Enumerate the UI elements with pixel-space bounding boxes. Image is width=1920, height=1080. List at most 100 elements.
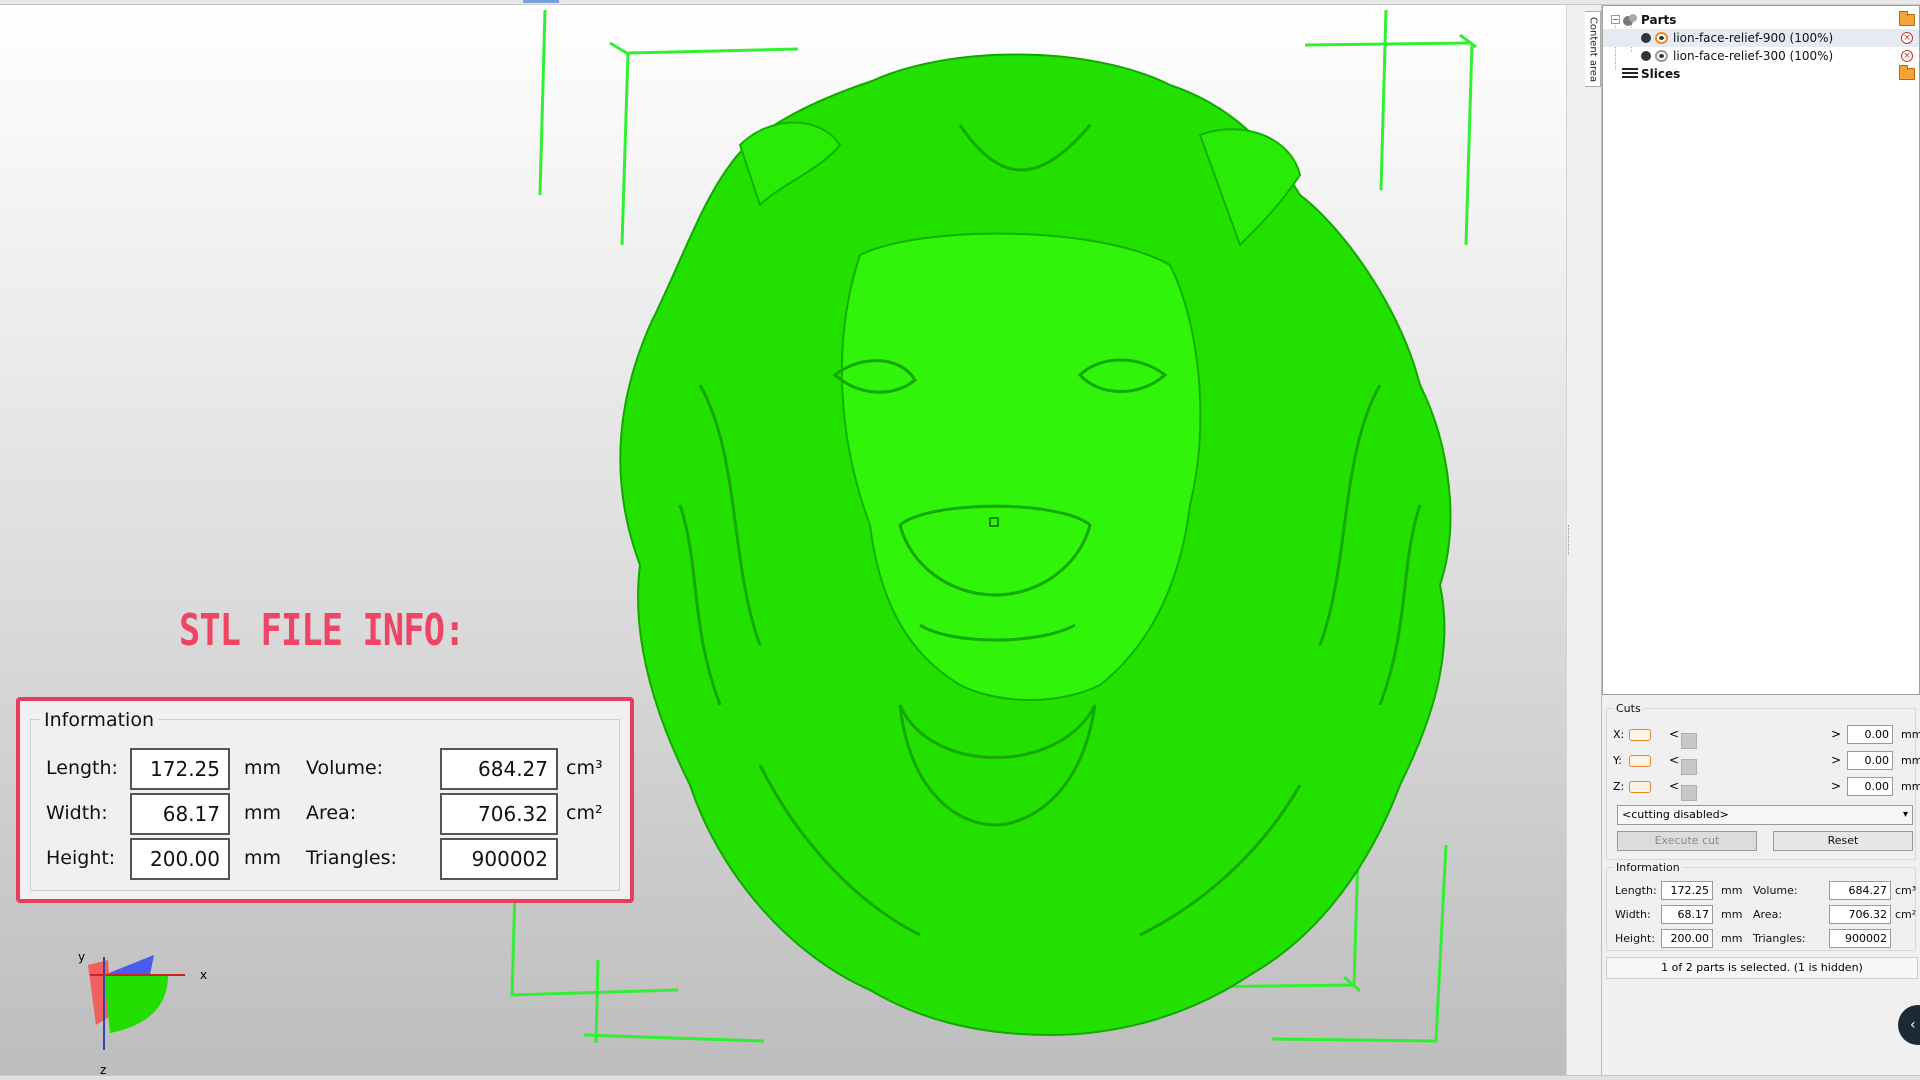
width-value: 68.17 <box>1661 905 1713 924</box>
content-tree[interactable]: − Parts lion-face-relief-900 (100%) × li… <box>1602 5 1920 695</box>
guide-line <box>620 52 630 246</box>
width-unit: mm <box>244 802 282 824</box>
parts-icon <box>1623 14 1637 26</box>
annotation-title: STL FILE INFO: <box>179 605 465 656</box>
3d-viewport[interactable]: x y z STL FILE INFO: Information Length:… <box>0 5 1566 1075</box>
length-label: Length: <box>1615 884 1657 897</box>
visibility-eye-icon[interactable] <box>1655 32 1668 44</box>
right-panel: − Parts lion-face-relief-900 (100%) × li… <box>1602 5 1920 1075</box>
height-unit: mm <box>244 847 282 869</box>
tree-item-part-2[interactable]: lion-face-relief-300 (100%) × <box>1603 47 1919 65</box>
cut-slider-thumb[interactable] <box>1681 759 1697 775</box>
area-label: Area: <box>1753 908 1783 921</box>
guide-line <box>1379 9 1388 191</box>
cuts-group: Cuts X: < > 0.00 mm Y: < > 0.00 mm Z: < … <box>1606 702 1920 860</box>
cut-slider[interactable] <box>1681 782 1827 801</box>
step-left-icon[interactable]: < <box>1669 753 1679 767</box>
guide-line <box>594 959 600 1044</box>
annotation-info-title: Information <box>40 709 158 731</box>
length-unit: mm <box>1721 884 1743 897</box>
tree-node-slices[interactable]: Slices <box>1603 65 1919 83</box>
cuts-title: Cuts <box>1613 702 1644 715</box>
step-right-icon[interactable]: > <box>1831 727 1841 741</box>
content-area-tab-label: Content area <box>1587 16 1599 83</box>
cut-mode-select[interactable]: <cutting disabled> ▾ <box>1617 805 1913 825</box>
step-right-icon[interactable]: > <box>1831 753 1841 767</box>
viewport-scene: x y z <box>78 9 1477 1075</box>
triangles-value: 900002 <box>1829 929 1891 948</box>
triangles-label: Triangles: <box>1753 932 1806 945</box>
z-axis-label: z <box>100 1063 106 1075</box>
execute-cut-button[interactable]: Execute cut <box>1617 831 1757 851</box>
area-unit: cm² <box>1895 908 1917 921</box>
length-label: Length: <box>46 757 118 779</box>
guide-line <box>1304 41 1473 47</box>
splitter-grip[interactable] <box>1568 525 1570 555</box>
part-dot-icon <box>1641 51 1651 61</box>
cut-value-input[interactable]: 0.00 <box>1847 725 1893 744</box>
toolbar-indicator <box>523 0 559 3</box>
tree-node-parts[interactable]: − Parts <box>1603 11 1919 29</box>
open-folder-icon[interactable] <box>1899 11 1915 26</box>
content-area-tab-strip: Content area <box>1584 5 1602 1075</box>
part-name: lion-face-relief-300 (100%) <box>1673 49 1834 63</box>
width-label: Width: <box>46 802 108 824</box>
cut-unit: mm <box>1901 754 1920 767</box>
lion-relief-model[interactable] <box>619 53 1452 1037</box>
length-value: 172.25 <box>130 748 230 790</box>
cut-slider-thumb[interactable] <box>1681 733 1697 749</box>
area-value: 706.32 <box>440 793 558 835</box>
cut-enable-toggle[interactable] <box>1629 755 1651 767</box>
step-left-icon[interactable]: < <box>1669 779 1679 793</box>
cut-slider[interactable] <box>1681 756 1827 775</box>
cut-row-y: Y: < > 0.00 mm <box>1613 751 1920 775</box>
cut-slider-thumb[interactable] <box>1681 785 1697 801</box>
cut-unit: mm <box>1901 728 1920 741</box>
status-strip <box>0 1075 1920 1080</box>
cut-enable-toggle[interactable] <box>1629 729 1651 741</box>
volume-unit: cm³ <box>1895 884 1917 897</box>
annotation-info-box: Information Length: 172.25 mm Width: 68.… <box>16 697 634 903</box>
collapse-icon[interactable]: − <box>1611 15 1620 24</box>
cut-value-input[interactable]: 0.00 <box>1847 751 1893 770</box>
step-left-icon[interactable]: < <box>1669 727 1679 741</box>
guide-line <box>583 1033 765 1043</box>
volume-value: 684.27 <box>1829 881 1891 900</box>
tree-item-part-1[interactable]: lion-face-relief-900 (100%) × <box>1603 29 1919 47</box>
cut-unit: mm <box>1901 780 1920 793</box>
width-unit: mm <box>1721 908 1743 921</box>
cut-enable-toggle[interactable] <box>1629 781 1651 793</box>
guide-line <box>627 47 799 55</box>
cut-slider[interactable] <box>1681 730 1827 749</box>
slices-label: Slices <box>1641 67 1681 81</box>
height-label: Height: <box>46 847 116 869</box>
hidden-eye-icon[interactable] <box>1655 50 1668 62</box>
cut-mode-value: <cutting disabled> <box>1622 808 1729 821</box>
width-label: Width: <box>1615 908 1651 921</box>
reset-button[interactable]: Reset <box>1773 831 1913 851</box>
part-name: lion-face-relief-900 (100%) <box>1673 31 1834 45</box>
remove-part-icon[interactable]: × <box>1901 32 1913 44</box>
slices-icon <box>1622 68 1638 80</box>
volume-label: Volume: <box>306 757 384 779</box>
guide-line <box>538 9 547 196</box>
chevron-down-icon: ▾ <box>1902 809 1908 820</box>
width-value: 68.17 <box>130 793 230 835</box>
cut-axis-label: Z: <box>1613 780 1625 793</box>
step-right-icon[interactable]: > <box>1831 779 1841 793</box>
cut-value-input[interactable]: 0.00 <box>1847 777 1893 796</box>
open-folder-icon[interactable] <box>1899 65 1915 80</box>
height-unit: mm <box>1721 932 1743 945</box>
guide-line <box>510 889 679 997</box>
height-label: Height: <box>1615 932 1656 945</box>
height-value: 200.00 <box>1661 929 1713 948</box>
height-value: 200.00 <box>130 838 230 880</box>
axis-plane-xy <box>104 955 154 975</box>
content-area-tab[interactable]: Content area <box>1585 11 1601 87</box>
volume-value: 684.27 <box>440 748 558 790</box>
panel-splitter[interactable] <box>1566 5 1584 1075</box>
remove-part-icon[interactable]: × <box>1901 50 1913 62</box>
length-value: 172.25 <box>1661 881 1713 900</box>
triangles-value: 900002 <box>440 838 558 880</box>
length-unit: mm <box>244 757 282 779</box>
